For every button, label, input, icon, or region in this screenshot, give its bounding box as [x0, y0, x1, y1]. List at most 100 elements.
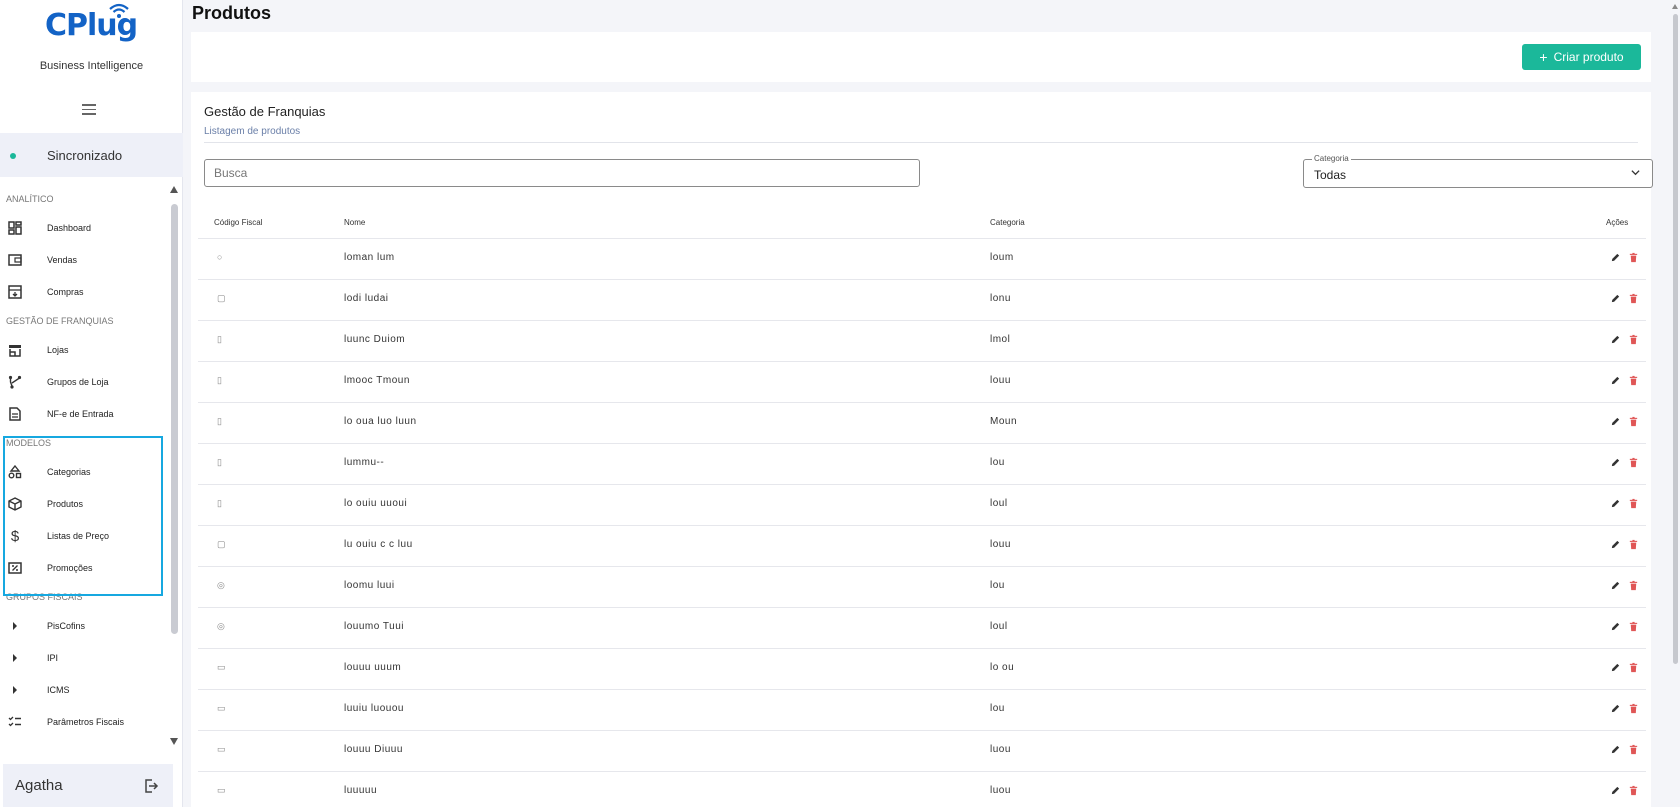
window-scrollbar-thumb[interactable]	[1673, 14, 1678, 664]
cell-category: louu	[990, 375, 1011, 386]
cell-category: luou	[990, 785, 1011, 796]
cell-name: luunc Duiom	[344, 334, 406, 345]
table-body: ○ lоman lum lоum ▢ lodi ludai lonu ▯ luunc Duio…	[198, 238, 1646, 807]
delete-icon[interactable]	[1628, 333, 1639, 346]
sidebar-scrollbar[interactable]	[170, 186, 179, 746]
cell-name: louuu uuum	[344, 662, 402, 673]
edit-icon[interactable]	[1610, 784, 1621, 797]
edit-icon[interactable]	[1610, 292, 1621, 305]
table-row[interactable]: ▭ luuiu luouou lou	[198, 689, 1646, 730]
delete-icon[interactable]	[1628, 456, 1639, 469]
edit-icon[interactable]	[1610, 661, 1621, 674]
logout-icon[interactable]	[143, 778, 159, 794]
category-select[interactable]: Categoria Todas	[1303, 154, 1653, 188]
create-product-button[interactable]: + Criar produto	[1522, 44, 1641, 70]
delete-icon[interactable]	[1628, 579, 1639, 592]
sidebar-item-ipi[interactable]: IPI	[0, 642, 168, 674]
table-row[interactable]: ◎ louumo Tuui loul	[198, 607, 1646, 648]
sidebar-item-label: Compras	[47, 287, 84, 297]
sidebar-item-label: ICMS	[47, 685, 70, 695]
sidebar-item-label: PisCofins	[47, 621, 86, 631]
delete-icon[interactable]	[1628, 538, 1639, 551]
column-header-actions: Ações	[1606, 218, 1629, 227]
edit-icon[interactable]	[1610, 497, 1621, 510]
edit-icon[interactable]	[1610, 374, 1621, 387]
table-row[interactable]: ▯ lo oua luo luun Moun	[198, 402, 1646, 443]
scroll-up-arrow-icon[interactable]	[170, 186, 178, 193]
search-input[interactable]	[204, 159, 920, 187]
table-row[interactable]: ▢ lodi ludai lonu	[198, 279, 1646, 320]
edit-icon[interactable]	[1610, 456, 1621, 469]
table-row[interactable]: ▭ luuuuu luou	[198, 771, 1646, 807]
sidebar-scrollbar-thumb[interactable]	[171, 204, 178, 634]
card-subtitle: Listagem de produtos	[204, 126, 301, 137]
edit-icon[interactable]	[1610, 579, 1621, 592]
sidebar-item-vendas[interactable]: Vendas	[0, 244, 168, 276]
edit-icon[interactable]	[1610, 415, 1621, 428]
table-row[interactable]: ▯ lummu-- lou	[198, 443, 1646, 484]
column-header-name[interactable]: Nome	[344, 218, 365, 227]
edit-icon[interactable]	[1610, 538, 1621, 551]
delete-icon[interactable]	[1628, 374, 1639, 387]
sidebar-item-dashboard[interactable]: Dashboard	[0, 212, 168, 244]
sidebar-item-compras[interactable]: Compras	[0, 276, 168, 308]
sidebar-item-icms[interactable]: ICMS	[0, 674, 168, 706]
delete-icon[interactable]	[1628, 702, 1639, 715]
cell-category: loul	[990, 621, 1008, 632]
table-row[interactable]: ○ lоman lum lоum	[198, 238, 1646, 279]
table-row[interactable]: ▢ lu ouiu c c luu louu	[198, 525, 1646, 566]
table-row[interactable]: ▭ louuu uuum lo ou	[198, 648, 1646, 689]
table-row[interactable]: ▯ luunc Duiom lmol	[198, 320, 1646, 361]
delete-icon[interactable]	[1628, 743, 1639, 756]
cell-category: lou	[990, 580, 1005, 591]
delete-icon[interactable]	[1628, 292, 1639, 305]
table-row[interactable]: ▯ lo ouiu uuoui loul	[198, 484, 1646, 525]
card-title: Gestão de Franquias	[204, 104, 326, 119]
sidebar-item-grupos[interactable]: Grupos de Loja	[0, 366, 168, 398]
table-row[interactable]: ◎ loomu luui lou	[198, 566, 1646, 607]
caret-right-icon	[7, 682, 23, 698]
edit-icon[interactable]	[1610, 702, 1621, 715]
cell-category: lou	[990, 703, 1005, 714]
column-header-code[interactable]: Código Fiscal	[214, 218, 262, 227]
brand-logo[interactable]: CPlug	[42, 3, 142, 48]
delete-icon[interactable]	[1628, 415, 1639, 428]
sidebar-item-nfe[interactable]: NF-e de Entrada	[0, 398, 168, 430]
scroll-up-arrow-icon[interactable]	[1672, 4, 1678, 9]
scroll-down-arrow-icon[interactable]	[170, 738, 178, 745]
menu-toggle-icon[interactable]	[82, 104, 96, 115]
sidebar-item-lojas[interactable]: Lojas	[0, 334, 168, 366]
wifi-icon	[109, 3, 129, 18]
table-row[interactable]: ▭ louuu Diuuu luou	[198, 730, 1646, 771]
wallet-icon	[7, 252, 23, 268]
window-scrollbar[interactable]	[1672, 0, 1680, 807]
cell-code: ▢	[217, 539, 227, 549]
edit-icon[interactable]	[1610, 743, 1621, 756]
store-icon	[7, 342, 23, 358]
cell-code: ▭	[217, 703, 227, 713]
category-select-value: Todas	[1314, 168, 1347, 182]
cell-category: lou	[990, 457, 1005, 468]
edit-icon[interactable]	[1610, 620, 1621, 633]
edit-icon[interactable]	[1610, 333, 1621, 346]
delete-icon[interactable]	[1628, 251, 1639, 264]
sidebar-item-label: NF-e de Entrada	[47, 409, 114, 419]
cell-category: Moun	[990, 416, 1018, 427]
create-product-label: Criar produto	[1553, 50, 1624, 64]
brand-subtitle: Business Intelligence	[39, 60, 144, 72]
column-header-category[interactable]: Categoria	[990, 218, 1025, 227]
delete-icon[interactable]	[1628, 497, 1639, 510]
sidebar-item-piscofins[interactable]: PisCofins	[0, 610, 168, 642]
action-bar: + Criar produto	[191, 32, 1651, 82]
edit-icon[interactable]	[1610, 251, 1621, 264]
sidebar-item-parametros[interactable]: Parâmetros Fiscais	[0, 706, 168, 738]
cell-name: louumo Tuui	[344, 621, 404, 632]
delete-icon[interactable]	[1628, 661, 1639, 674]
delete-icon[interactable]	[1628, 620, 1639, 633]
cell-name: louuu Diuuu	[344, 744, 403, 755]
delete-icon[interactable]	[1628, 784, 1639, 797]
table-row[interactable]: ▯ lmooc Tmoun louu	[198, 361, 1646, 402]
cell-code: ○	[217, 252, 223, 262]
cell-name: loomu luui	[344, 580, 395, 591]
cell-category: luou	[990, 744, 1011, 755]
